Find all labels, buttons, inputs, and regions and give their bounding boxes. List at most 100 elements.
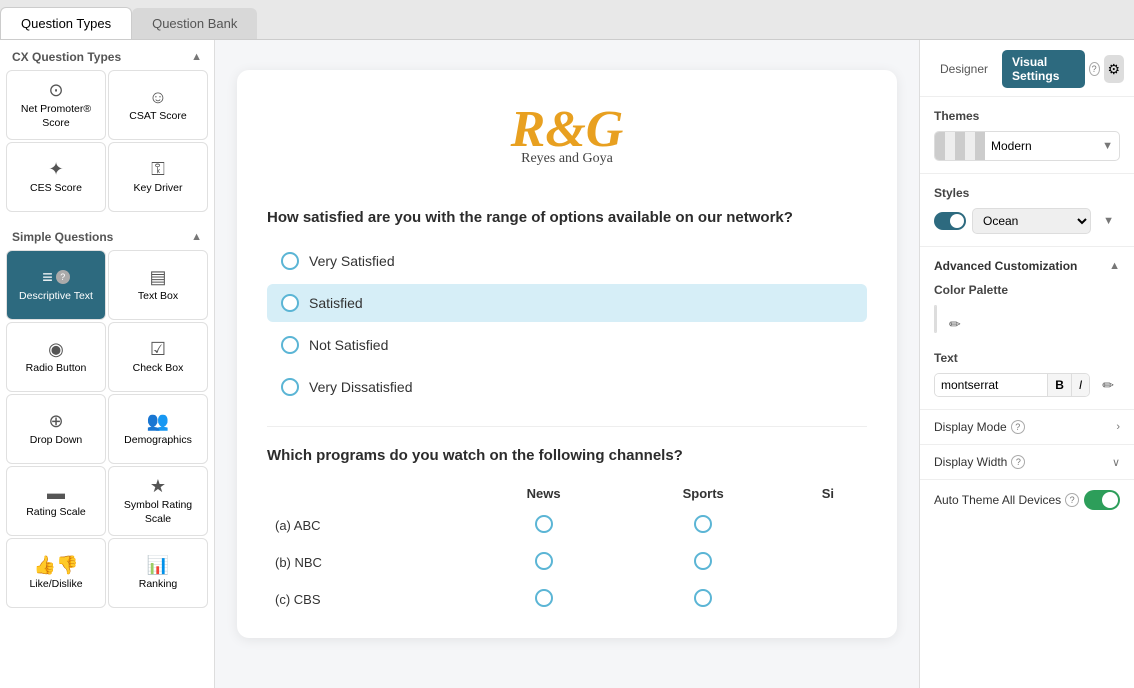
display-mode-chevron-icon: › [1116,421,1120,433]
q-item-descriptive-text[interactable]: ≡ ? Descriptive Text [6,250,106,320]
survey-canvas: R&G Reyes and Goya How satisfied are you… [215,40,919,688]
matrix-col-si: Si [789,480,867,507]
radio-button-icon: ◉ [48,340,64,358]
q1-option-3[interactable]: Very Dissatisfied [267,368,867,406]
display-width-row[interactable]: Display Width ? ∨ [920,445,1134,480]
q-item-nps[interactable]: ⊙ Net Promoter® Score [6,70,106,140]
tab-question-bank[interactable]: Question Bank [132,8,257,39]
color-palette-row: ✏ [934,305,1120,343]
text-edit-button[interactable]: ✏ [1096,377,1120,394]
styles-toggle[interactable] [934,212,966,230]
radio-circle-2 [281,336,299,354]
theme-dropdown[interactable]: Modern Classic [985,135,1096,157]
symbol-rating-scale-icon: ★ [150,477,166,495]
demographics-label: Demographics [124,434,192,448]
bold-button[interactable]: B [1047,374,1071,396]
color-block-3[interactable] [935,306,936,332]
q-item-text-box[interactable]: ▤ Text Box [108,250,208,320]
descriptive-text-badge: ? [56,270,70,284]
simple-question-grid: ≡ ? Descriptive Text ▤ Text Box ◉ Radio … [0,250,214,616]
q-item-like-dislike[interactable]: 👍👎 Like/Dislike [6,538,106,608]
q1-option-0[interactable]: Very Satisfied [267,242,867,280]
matrix-circle-nbc-sports [694,552,712,570]
q-item-check-box[interactable]: ☑ Check Box [108,322,208,392]
survey-card: R&G Reyes and Goya How satisfied are you… [237,70,897,638]
visual-settings-help-icon[interactable]: ? [1089,62,1100,76]
italic-button[interactable]: I [1071,374,1089,396]
q-item-key-driver[interactable]: ⚿ Key Driver [108,142,208,212]
radio-label-3: Very Dissatisfied [309,379,412,395]
sidebar: CX Question Types ▲ ⊙ Net Promoter® Scor… [0,40,215,688]
nps-icon: ⊙ [48,81,63,99]
q-item-rating-scale[interactable]: ▬ Rating Scale [6,466,106,536]
adv-customization-header[interactable]: Advanced Customization ▲ [934,259,1120,273]
styles-label: Styles [934,186,1120,200]
tab-designer[interactable]: Designer [930,57,998,81]
q1-option-1[interactable]: Satisfied [267,284,867,322]
ranking-icon: 📊 [147,556,169,574]
key-driver-label: Key Driver [133,182,182,196]
radio-circle-1 [281,294,299,312]
matrix-circle-abc-news [535,515,553,533]
tab-question-types[interactable]: Question Types [0,7,132,39]
top-tabs-bar: Question Types Question Bank [0,0,1134,40]
matrix-cell-cbs-si [789,581,867,618]
auto-theme-label: Auto Theme All Devices ? [934,493,1079,507]
matrix-col-news: News [470,480,618,507]
matrix-row-label-cbs: (c) CBS [267,581,470,618]
radio-label-0: Very Satisfied [309,253,395,269]
tab-visual-settings[interactable]: Visual Settings [1002,50,1085,88]
radio-button-label: Radio Button [26,362,87,376]
q-item-ranking[interactable]: 📊 Ranking [108,538,208,608]
q-item-csat[interactable]: ☺ CSAT Score [108,70,208,140]
display-mode-help-icon[interactable]: ? [1011,420,1025,434]
font-input[interactable] [935,374,1047,396]
simple-section-label: Simple Questions [12,230,113,244]
radio-circle-3 [281,378,299,396]
color-palette-label: Color Palette [934,283,1120,297]
radio-label-2: Not Satisfied [309,337,388,353]
gear-button[interactable]: ⚙ [1104,55,1124,83]
themes-label: Themes [934,109,1120,123]
cx-section-label: CX Question Types [12,50,121,64]
cx-question-grid: ⊙ Net Promoter® Score ☺ CSAT Score ✦ CES… [0,70,214,220]
key-driver-icon: ⚿ [151,160,165,178]
q-item-demographics[interactable]: 👥 Demographics [108,394,208,464]
q-item-ces[interactable]: ✦ CES Score [6,142,106,212]
cx-chevron-icon: ▲ [191,51,202,63]
adv-customization-section: Advanced Customization ▲ Color Palette ✏… [920,247,1134,410]
q-item-drop-down[interactable]: ⊕ Drop Down [6,394,106,464]
matrix-circle-abc-sports [694,515,712,533]
q-item-symbol-rating-scale[interactable]: ★ Symbol Rating Scale [108,466,208,536]
adv-chevron-icon: ▲ [1109,260,1120,272]
matrix-cell-cbs-news[interactable] [470,581,618,618]
matrix-cell-nbc-sports[interactable] [618,544,789,581]
like-dislike-icon: 👍👎 [34,556,79,574]
auto-theme-toggle[interactable] [1084,490,1120,510]
drop-down-icon: ⊕ [48,412,63,430]
matrix-col-header-empty [267,480,470,507]
text-box-icon: ▤ [149,268,166,286]
matrix-cell-abc-news[interactable] [470,507,618,544]
color-palette-edit-button[interactable]: ✏ [943,316,967,333]
ces-label: CES Score [30,182,82,196]
q1-option-2[interactable]: Not Satisfied [267,326,867,364]
matrix-row-label-nbc: (b) NBC [267,544,470,581]
theme-preview [935,132,985,160]
styles-chevron-icon: ▼ [1097,211,1120,231]
cx-section-header: CX Question Types ▲ [0,40,214,70]
csat-icon: ☺ [149,88,167,106]
auto-theme-row: Auto Theme All Devices ? [920,480,1134,520]
matrix-cell-cbs-sports[interactable] [618,581,789,618]
auto-theme-help-icon[interactable]: ? [1065,493,1079,507]
matrix-cell-abc-sports[interactable] [618,507,789,544]
matrix-cell-nbc-news[interactable] [470,544,618,581]
display-width-help-icon[interactable]: ? [1011,455,1025,469]
q-item-radio-button[interactable]: ◉ Radio Button [6,322,106,392]
matrix-cell-abc-si [789,507,867,544]
panel-tabs: Designer Visual Settings ? ⚙ [920,40,1134,97]
matrix-table: News Sports Si (a) ABC (b) NBC [267,480,867,618]
matrix-circle-cbs-news [535,589,553,607]
display-mode-row[interactable]: Display Mode ? › [920,410,1134,445]
styles-dropdown[interactable]: Ocean Forest [972,208,1091,234]
